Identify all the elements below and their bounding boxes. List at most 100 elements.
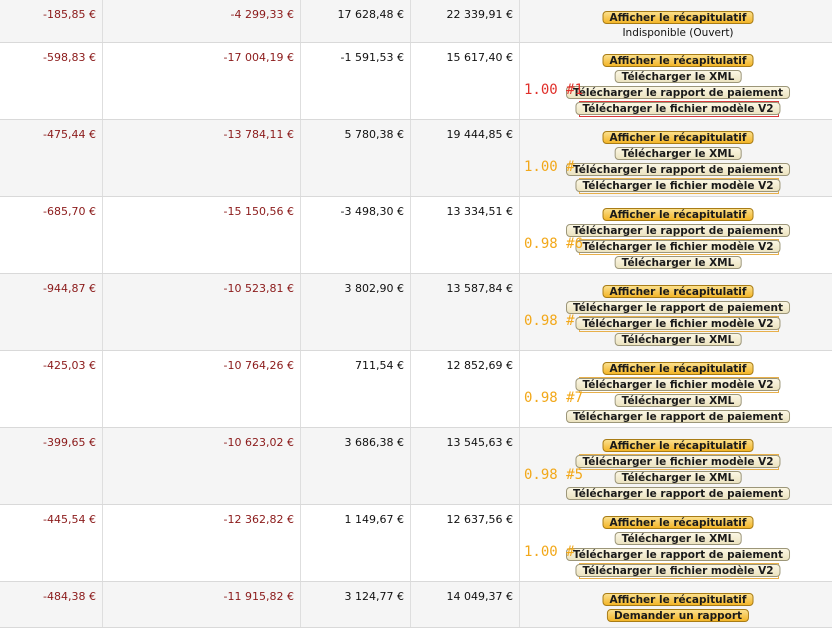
amount-value: -1 591,53 € <box>340 51 404 64</box>
telecharger-le-xml-button[interactable]: Télécharger le XML <box>614 333 742 346</box>
table-row: -598,83 € -17 004,19 € -1 591,53 € 15 617,4… <box>0 43 832 120</box>
telecharger-le-xml-button[interactable]: Télécharger le XML <box>614 70 742 83</box>
table-row: -685,70 € -15 150,56 € -3 498,30 € 13 334,5… <box>0 197 832 274</box>
telecharger-le-rapport-de-paiement-button[interactable]: Télécharger le rapport de paiement <box>566 86 790 99</box>
amount-col-3: 711,54 € <box>301 351 411 427</box>
table-row: -445,54 € -12 362,82 € 1 149,67 € 12 637,56… <box>0 505 832 582</box>
telecharger-le-fichier-modele-v2-button[interactable]: Télécharger le fichier modèle V2 <box>575 455 781 468</box>
amount-value: -475,44 € <box>43 128 96 141</box>
afficher-le-recapitulatif-button[interactable]: Afficher le récapitulatif <box>602 54 754 67</box>
telecharger-le-xml-button[interactable]: Télécharger le XML <box>614 147 742 160</box>
amount-col-4: 14 049,37 € <box>411 582 520 627</box>
telecharger-le-rapport-de-paiement-button[interactable]: Télécharger le rapport de paiement <box>566 548 790 561</box>
telecharger-le-rapport-de-paiement-button[interactable]: Télécharger le rapport de paiement <box>566 410 790 423</box>
telecharger-le-fichier-modele-v2-button[interactable]: Télécharger le fichier modèle V2 <box>575 240 781 253</box>
amount-value: -12 362,82 € <box>223 513 294 526</box>
afficher-le-recapitulatif-button[interactable]: Afficher le récapitulatif <box>602 11 754 24</box>
telecharger-le-rapport-de-paiement-button[interactable]: Télécharger le rapport de paiement <box>566 301 790 314</box>
amount-col-1: -475,44 € <box>0 120 103 196</box>
amount-value: -17 004,19 € <box>223 51 294 64</box>
amount-value: 19 444,85 € <box>446 128 513 141</box>
amount-value: 12 852,69 € <box>446 359 513 372</box>
amount-col-2: -10 764,26 € <box>103 351 301 427</box>
amount-value: -399,65 € <box>43 436 96 449</box>
telecharger-le-rapport-de-paiement-button[interactable]: Télécharger le rapport de paiement <box>566 224 790 237</box>
table-row: -185,85 € -4 299,33 € 17 628,48 € 22 339,91… <box>0 0 832 43</box>
telecharger-le-fichier-modele-v2-button[interactable]: Télécharger le fichier modèle V2 <box>575 317 781 330</box>
amount-value: -10 623,02 € <box>223 436 294 449</box>
amount-col-3: 3 686,38 € <box>301 428 411 504</box>
table-row: -944,87 € -10 523,81 € 3 802,90 € 13 587,84… <box>0 274 832 351</box>
amount-col-3: 3 802,90 € <box>301 274 411 350</box>
telecharger-le-xml-button[interactable]: Télécharger le XML <box>614 471 742 484</box>
amount-col-3: 17 628,48 € <box>301 0 411 42</box>
afficher-le-recapitulatif-button[interactable]: Afficher le récapitulatif <box>602 593 754 606</box>
amount-value: -4 299,33 € <box>230 8 294 21</box>
table-row: -484,38 € -11 915,82 € 3 124,77 € 14 049,37… <box>0 582 832 628</box>
amount-col-1: -944,87 € <box>0 274 103 350</box>
actions-cell: Afficher le récapitulatif Demander un rap… <box>520 582 832 627</box>
match-score: 1.00 #1 <box>524 82 584 98</box>
amount-value: 13 545,63 € <box>446 436 513 449</box>
amount-col-1: -399,65 € <box>0 428 103 504</box>
amount-col-3: 5 780,38 € <box>301 120 411 196</box>
amount-value: -10 764,26 € <box>223 359 294 372</box>
amount-col-1: -445,54 € <box>0 505 103 581</box>
telecharger-le-fichier-modele-v2-button[interactable]: Télécharger le fichier modèle V2 <box>575 378 781 391</box>
amount-value: 15 617,40 € <box>446 51 513 64</box>
afficher-le-recapitulatif-button[interactable]: Afficher le récapitulatif <box>602 516 754 529</box>
afficher-le-recapitulatif-button[interactable]: Afficher le récapitulatif <box>602 285 754 298</box>
telecharger-le-xml-button[interactable]: Télécharger le XML <box>614 394 742 407</box>
amount-col-3: 1 149,67 € <box>301 505 411 581</box>
amount-value: -10 523,81 € <box>223 282 294 295</box>
afficher-le-recapitulatif-button[interactable]: Afficher le récapitulatif <box>602 131 754 144</box>
afficher-le-recapitulatif-button[interactable]: Afficher le récapitulatif <box>602 362 754 375</box>
amount-col-4: 15 617,40 € <box>411 43 520 119</box>
telecharger-le-fichier-modele-v2-button[interactable]: Télécharger le fichier modèle V2 <box>575 179 781 192</box>
telecharger-le-rapport-de-paiement-button[interactable]: Télécharger le rapport de paiement <box>566 163 790 176</box>
amount-value: -11 915,82 € <box>223 590 294 603</box>
amount-value: -3 498,30 € <box>340 205 404 218</box>
status-text: Indisponible (Ouvert) <box>622 27 734 39</box>
amount-value: -944,87 € <box>43 282 96 295</box>
amount-value: -15 150,56 € <box>223 205 294 218</box>
actions-cell: Afficher le récapitulatif Télécharger le … <box>520 505 832 581</box>
amount-col-4: 13 334,51 € <box>411 197 520 273</box>
amount-value: 13 334,51 € <box>446 205 513 218</box>
amount-value: 22 339,91 € <box>446 8 513 21</box>
amount-col-1: -685,70 € <box>0 197 103 273</box>
demander-un-rapport-button[interactable]: Demander un rapport <box>606 609 750 622</box>
amount-col-1: -598,83 € <box>0 43 103 119</box>
actions-cell: Afficher le récapitulatif Télécharger le … <box>520 274 832 350</box>
afficher-le-recapitulatif-button[interactable]: Afficher le récapitulatif <box>602 208 754 221</box>
afficher-le-recapitulatif-button[interactable]: Afficher le récapitulatif <box>602 439 754 452</box>
amount-col-2: -12 362,82 € <box>103 505 301 581</box>
match-score: 0.98 #7 <box>524 390 584 406</box>
amount-value: -185,85 € <box>43 8 96 21</box>
match-score: 0.98 #6 <box>524 236 584 252</box>
telecharger-le-fichier-modele-v2-button[interactable]: Télécharger le fichier modèle V2 <box>575 102 781 115</box>
amount-value: 711,54 € <box>355 359 404 372</box>
amount-value: -445,54 € <box>43 513 96 526</box>
telecharger-le-xml-button[interactable]: Télécharger le XML <box>614 256 742 269</box>
actions-cell: Afficher le récapitulatif Télécharger le … <box>520 120 832 196</box>
match-score: 0.98 #5 <box>524 467 584 483</box>
amount-col-4: 12 852,69 € <box>411 351 520 427</box>
amount-col-1: -185,85 € <box>0 0 103 42</box>
actions-cell: Afficher le récapitulatif Télécharger le … <box>520 197 832 273</box>
telecharger-le-rapport-de-paiement-button[interactable]: Télécharger le rapport de paiement <box>566 487 790 500</box>
amount-value: 14 049,37 € <box>446 590 513 603</box>
amount-value: -598,83 € <box>43 51 96 64</box>
match-score: 1.00 # <box>524 544 575 560</box>
actions-cell: Afficher le récapitulatif Télécharger le … <box>520 43 832 119</box>
amount-col-3: -3 498,30 € <box>301 197 411 273</box>
amount-value: -484,38 € <box>43 590 96 603</box>
amount-value: 5 780,38 € <box>344 128 404 141</box>
amount-value: -685,70 € <box>43 205 96 218</box>
amount-col-4: 13 587,84 € <box>411 274 520 350</box>
amount-col-4: 13 545,63 € <box>411 428 520 504</box>
telecharger-le-xml-button[interactable]: Télécharger le XML <box>614 532 742 545</box>
amount-value: 3 802,90 € <box>344 282 404 295</box>
amount-col-2: -10 623,02 € <box>103 428 301 504</box>
telecharger-le-fichier-modele-v2-button[interactable]: Télécharger le fichier modèle V2 <box>575 564 781 577</box>
